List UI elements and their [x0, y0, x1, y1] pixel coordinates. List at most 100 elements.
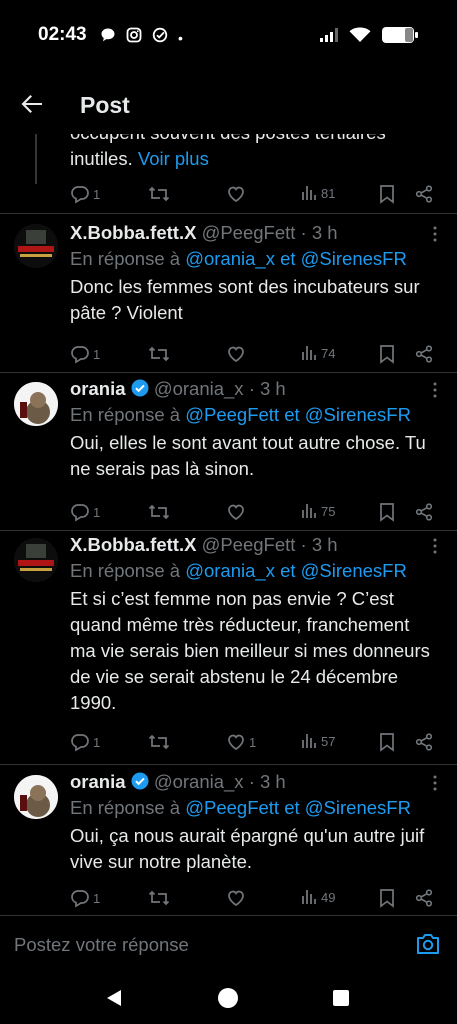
camera-icon [417, 934, 439, 954]
heart-icon [228, 346, 244, 362]
display-name[interactable]: orania [70, 378, 126, 399]
check-circle-icon [152, 27, 168, 48]
repost-icon [148, 504, 170, 520]
camera-button[interactable] [415, 932, 441, 961]
avatar-image [14, 224, 58, 268]
repost-button[interactable] [148, 344, 170, 364]
bookmark-icon [380, 185, 394, 204]
reply-button[interactable]: 1 [70, 344, 100, 364]
show-more-link[interactable]: Voir plus [138, 148, 209, 169]
top-app-bar: Post [0, 72, 457, 134]
reply-input[interactable]: Postez votre réponse [14, 934, 189, 956]
repost-button[interactable] [148, 888, 170, 908]
reply-button[interactable]: 1 [70, 888, 100, 908]
avatar-image [14, 382, 58, 426]
share-button[interactable] [414, 184, 434, 204]
repost-button[interactable] [148, 502, 170, 522]
more-options-icon[interactable] [433, 382, 437, 398]
views-icon [302, 346, 316, 360]
avatar-image [14, 775, 58, 819]
like-button[interactable] [226, 184, 246, 204]
comment-icon [71, 346, 89, 364]
share-button[interactable] [414, 344, 434, 364]
heart-icon [228, 504, 244, 520]
views-button[interactable]: 57 [300, 732, 335, 750]
bookmark-button[interactable] [378, 732, 396, 752]
like-button[interactable] [226, 344, 249, 364]
handle-time: @PeegFett · 3 h [201, 534, 338, 555]
views-button[interactable]: 81 [300, 184, 335, 202]
handle-time: @PeegFett · 3 h [201, 222, 338, 243]
views-button[interactable]: 74 [300, 344, 335, 362]
nav-back-button[interactable] [104, 988, 124, 1013]
comment-icon [71, 186, 89, 204]
status-time: 02:43 [38, 24, 87, 45]
tweet-text-line: inutiles. [70, 148, 133, 169]
avatar-image [14, 538, 58, 582]
bookmark-button[interactable] [378, 502, 396, 522]
bookmark-button[interactable] [378, 344, 396, 364]
more-options-icon[interactable] [433, 226, 437, 242]
reply-mentions[interactable]: @orania_x et @SirenesFR [185, 248, 407, 269]
reply-mentions[interactable]: @PeegFett et @SirenesFR [185, 404, 411, 425]
views-button[interactable]: 75 [300, 502, 335, 520]
more-options-icon[interactable] [433, 775, 437, 791]
notification-dot: • [178, 29, 183, 46]
views-icon [302, 186, 316, 200]
divider [0, 372, 457, 373]
reply-prefix: En réponse à [70, 248, 181, 269]
avatar[interactable] [14, 224, 58, 268]
display-name[interactable]: orania [70, 771, 126, 792]
view-count: 57 [321, 733, 336, 749]
share-icon [415, 345, 433, 363]
reply-button[interactable]: 1 [70, 732, 100, 752]
avatar[interactable] [14, 775, 58, 819]
like-button[interactable] [226, 888, 249, 908]
heart-icon [228, 734, 244, 750]
avatar[interactable] [14, 382, 58, 426]
repost-button[interactable] [148, 184, 170, 204]
reply-mentions[interactable]: @PeegFett et @SirenesFR [185, 797, 411, 818]
reply-count: 1 [93, 346, 101, 362]
system-icons [319, 26, 419, 49]
repost-button[interactable] [148, 732, 170, 752]
reply-button[interactable]: 1 [70, 502, 100, 522]
instagram-icon [126, 27, 142, 48]
like-button[interactable]: 1 [226, 732, 256, 752]
views-icon [302, 504, 316, 518]
more-options-icon[interactable] [433, 538, 437, 554]
tweet-text: Donc les femmes sont des incubateurs sur… [70, 276, 420, 323]
comment-icon [71, 504, 89, 522]
action-row: 1 49 [70, 888, 440, 912]
conversation-feed[interactable]: occupent souvent des postes tertiaires i… [0, 134, 457, 914]
like-button[interactable] [226, 502, 249, 522]
triangle-back-icon [107, 990, 121, 1006]
status-bar: 02:43 • [0, 0, 457, 72]
like-count: 1 [249, 734, 257, 750]
reply-mentions[interactable]: @orania_x et @SirenesFR [185, 560, 407, 581]
share-button[interactable] [414, 502, 434, 522]
avatar[interactable] [14, 538, 58, 582]
reply-prefix: En réponse à [70, 404, 181, 425]
divider [0, 213, 457, 214]
action-row: 1 1 57 [70, 732, 440, 756]
share-button[interactable] [414, 888, 434, 908]
display-name[interactable]: X.Bobba.fett.X [70, 222, 196, 243]
reply-button[interactable]: 1 [70, 184, 100, 204]
heart-icon [228, 186, 244, 202]
views-button[interactable]: 49 [300, 888, 335, 906]
divider [0, 530, 457, 531]
nav-home-button[interactable] [218, 988, 238, 1008]
reply-count: 1 [93, 890, 101, 906]
bookmark-button[interactable] [378, 888, 396, 908]
back-button[interactable] [18, 90, 46, 118]
share-button[interactable] [414, 732, 434, 752]
tweet-header: orania @orania_x · 3 h [70, 378, 286, 402]
display-name[interactable]: X.Bobba.fett.X [70, 534, 196, 555]
repost-icon [148, 734, 170, 750]
page-title: Post [80, 92, 130, 118]
reply-context: En réponse à @PeegFett et @SirenesFR [70, 797, 411, 819]
nav-recent-apps-button[interactable] [333, 990, 349, 1006]
bookmark-icon [380, 733, 394, 752]
bookmark-button[interactable] [378, 184, 396, 204]
